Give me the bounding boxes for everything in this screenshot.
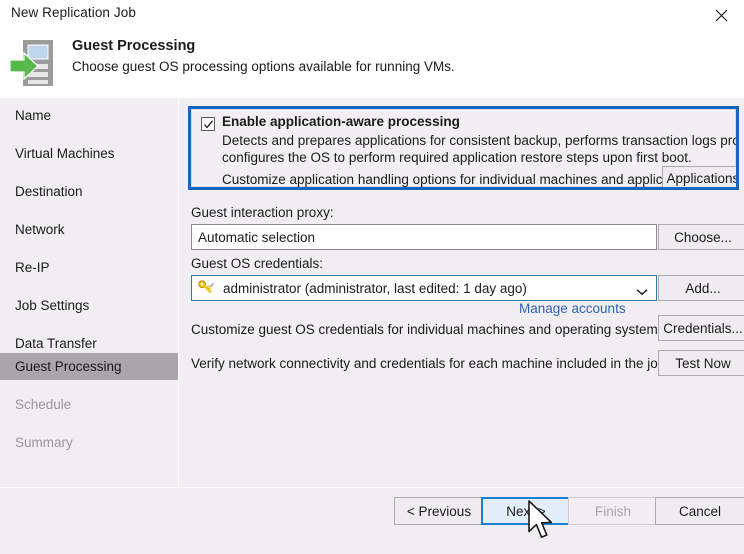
sidebar-item-label: Name [15,108,52,123]
sidebar-item-summary: Summary [0,429,178,456]
enable-application-aware-processing-label: Enable application-aware processing [222,114,460,129]
window-title: New Replication Job [11,5,136,20]
sidebar-item-label: Destination [15,184,83,199]
app-aware-description-line-2: configures the OS to perform required ap… [222,150,692,165]
sidebar-item-destination[interactable]: Destination [0,178,178,205]
test-now-button[interactable]: Test Now [658,350,744,376]
sidebar-item-label: Re-IP [15,260,50,275]
close-icon [715,9,728,22]
guest-os-credentials-value: administrator (administrator, last edite… [223,280,527,296]
customize-application-handling-text: Customize application handling options f… [222,172,699,187]
sidebar-item-label: Network [15,222,65,237]
sidebar-item-label: Schedule [15,397,72,412]
wizard-content-pane: Enable application-aware processing Dete… [180,98,744,487]
sidebar-item-label: Job Settings [15,298,90,313]
replication-job-wizard-window: New Replication Job Guest Processing Cho… [0,0,744,554]
wizard-step-sidebar: Name Virtual Machines Destination Networ… [0,98,179,487]
add-credentials-button[interactable]: Add... [658,275,744,301]
cancel-button[interactable]: Cancel [655,497,744,525]
sidebar-item-re-ip[interactable]: Re-IP [0,254,178,281]
sidebar-item-label: Summary [15,435,73,450]
guest-os-credentials-dropdown[interactable]: administrator (administrator, last edite… [191,275,657,301]
credentials-button[interactable]: Credentials... [658,315,744,341]
key-icon [198,279,215,297]
customize-credentials-text: Customize guest OS credentials for indiv… [191,322,665,337]
close-button[interactable] [698,0,744,30]
previous-button[interactable]: < Previous [394,497,484,525]
guest-interaction-proxy-label: Guest interaction proxy: [191,205,334,220]
verify-connectivity-text: Verify network connectivity and credenti… [191,356,666,371]
wizard-footer: < Previous Next > Finish Cancel [0,487,744,554]
title-bar: New Replication Job [0,0,744,30]
sidebar-item-label: Data Transfer [15,336,97,351]
wizard-header: Guest Processing Choose guest OS process… [0,30,744,98]
choose-proxy-button[interactable]: Choose... [658,224,744,250]
guest-os-credentials-label: Guest OS credentials: [191,256,324,271]
vm-replication-icon [8,38,64,90]
page-title: Guest Processing [72,38,196,54]
sidebar-item-schedule: Schedule [0,391,178,418]
manage-accounts-link[interactable]: Manage accounts [519,301,626,316]
page-subtitle: Choose guest OS processing options avail… [72,59,455,74]
finish-button: Finish [568,497,658,525]
guest-interaction-proxy-input[interactable]: Automatic selection [191,224,657,250]
sidebar-item-guest-processing[interactable]: Guest Processing [0,353,178,380]
chevron-down-icon[interactable] [636,284,648,296]
sidebar-item-name[interactable]: Name [0,102,178,129]
next-button[interactable]: Next > [481,497,571,525]
sidebar-item-virtual-machines[interactable]: Virtual Machines [0,140,178,167]
sidebar-item-job-settings[interactable]: Job Settings [0,292,178,319]
sidebar-item-network[interactable]: Network [0,216,178,243]
sidebar-item-label: Guest Processing [15,359,122,374]
application-aware-processing-group: Enable application-aware processing Dete… [188,106,739,190]
app-aware-description-line-1: Detects and prepares applications for co… [222,133,736,148]
sidebar-item-label: Virtual Machines [15,146,115,161]
applications-button[interactable]: Applications... [662,166,736,187]
enable-application-aware-processing-checkbox[interactable] [201,117,215,131]
